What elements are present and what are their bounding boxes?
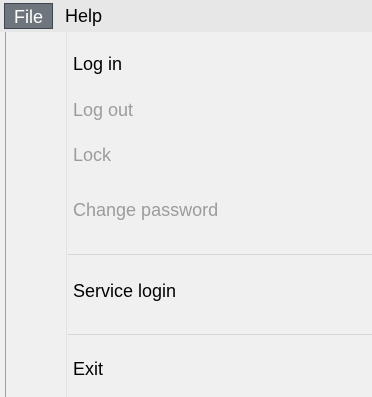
menu-item-log-out: Log out xyxy=(73,100,134,120)
menu-item-change-password: Change password xyxy=(73,200,219,220)
menu-bar: File Help xyxy=(0,0,372,32)
file-dropdown-menu: Log in Log out Lock Change password Serv… xyxy=(5,32,372,397)
menu-item-exit[interactable]: Exit xyxy=(73,357,103,381)
menu-separator xyxy=(68,254,372,255)
menu-file[interactable]: File xyxy=(4,3,54,29)
menu-item-log-in[interactable]: Log in xyxy=(73,52,122,76)
menu-help[interactable]: Help xyxy=(53,3,114,29)
menu-item-service-login[interactable]: Service login xyxy=(73,279,176,303)
menu-item-lock: Lock xyxy=(73,145,112,165)
menu-separator xyxy=(68,334,372,335)
menu-icon-gutter xyxy=(6,32,67,397)
